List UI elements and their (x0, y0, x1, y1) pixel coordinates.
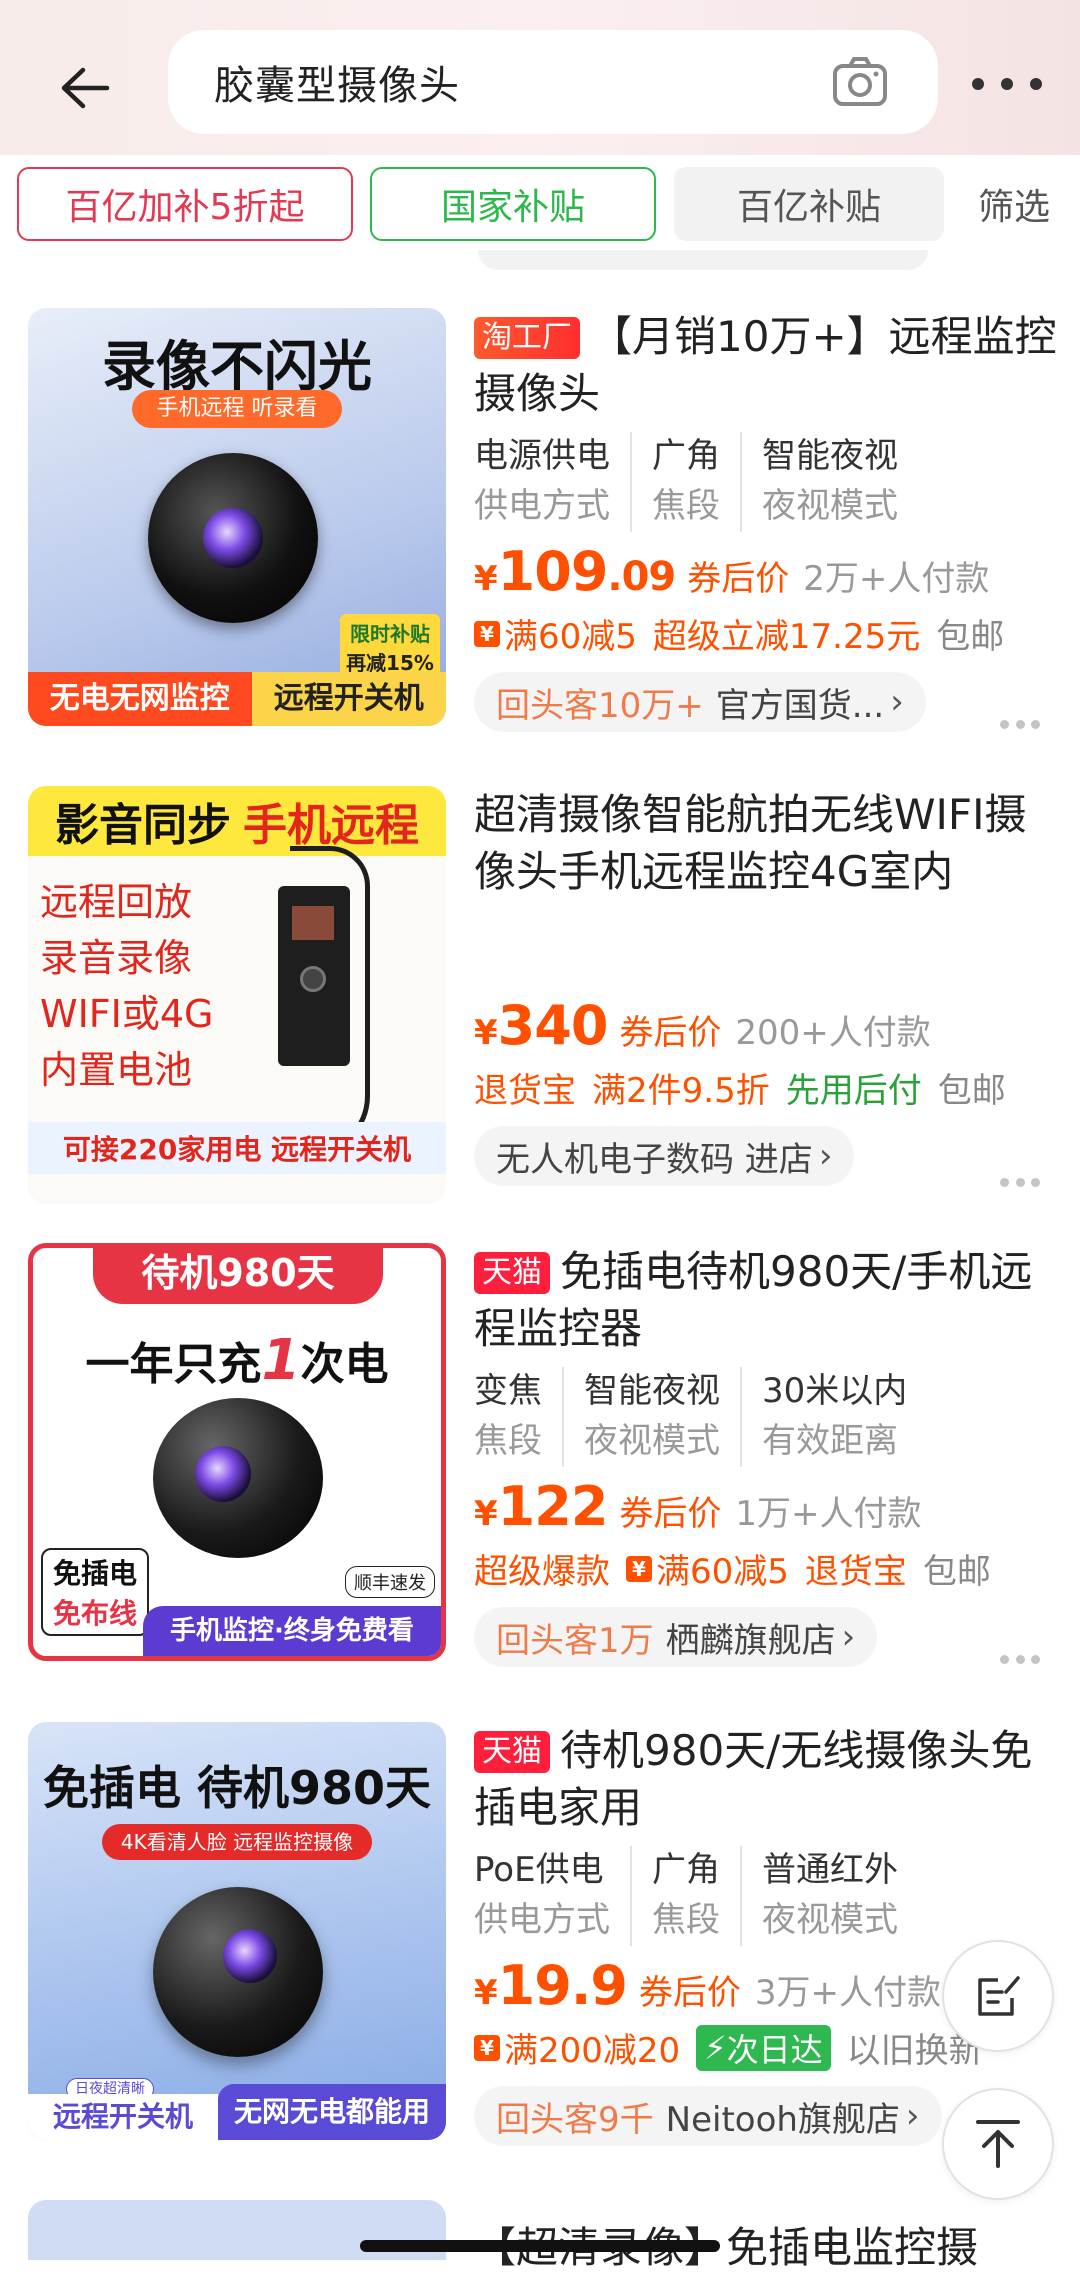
thumb-bottom-left: 远程开关机 (28, 2094, 218, 2140)
after-coupon-label: 券后价 (638, 1973, 741, 2013)
coupon-icon: ¥ (474, 2034, 500, 2061)
chevron-right-icon: › (905, 2096, 920, 2136)
more-button[interactable] (972, 64, 1042, 104)
buyers-count: 1万+人付款 (735, 1494, 922, 1534)
product-specs: PoE供电 供电方式 广角 焦段 普通红外 夜视模式 (474, 1846, 1064, 1946)
tmall-badge: 天猫 (474, 1731, 550, 1773)
search-input[interactable]: 胶囊型摄像头 (168, 30, 938, 134)
camera-product-image (148, 453, 318, 623)
thumb-pill: 手机远程 听录看 (132, 390, 342, 428)
thumb-bottom-text: 可接220家用电 远程开关机 (28, 1122, 446, 1174)
more-options-button[interactable] (1000, 1178, 1040, 1190)
price-row: ¥ 109.09 券后价 2万+人付款 (474, 540, 990, 603)
product-image[interactable]: 待机980天 一年只充1次电 免插电 免布线 顺丰速发 手机监控·终身免费看 (28, 1243, 446, 1661)
thumb-bottom-right: 无网无电都能用 (218, 2084, 446, 2140)
shop-link[interactable]: 回头客10万+ 官方国货... › (474, 672, 926, 732)
product-title[interactable]: 天猫 待机980天/无线摄像头免插电家用 (474, 1722, 1064, 1836)
product-image[interactable]: 录像不闪光 手机远程 听录看 限时补贴 再减15% 无电无网监控 远程开关机 (28, 308, 446, 726)
feedback-icon (978, 1976, 1020, 2016)
filter-chip-national-subsidy[interactable]: 国家补贴 (370, 167, 656, 241)
more-icon (972, 78, 984, 90)
promo-row: 退货宝 满2件9.5折 先用后付 包邮 (474, 1071, 1006, 1111)
thumb-tag: 限时补贴 再减15% (340, 614, 440, 680)
camera-product-image (153, 1398, 323, 1558)
thumb-top-tag: 待机980天 (93, 1248, 383, 1304)
filter-chip-subsidy[interactable]: 百亿补贴 (674, 167, 944, 241)
shop-link[interactable]: 回头客1万 栖麟旗舰店 › (474, 1607, 878, 1667)
thumb-bottom-bar: 无电无网监控 远程开关机 (28, 672, 446, 726)
thumb-side-label: 免插电 免布线 (41, 1548, 150, 1636)
more-options-button[interactable] (1000, 1655, 1040, 1667)
price: 19.9 (497, 1954, 628, 2017)
after-coupon-label: 券后价 (687, 559, 790, 599)
product-card[interactable]: 免插电 待机980天 4K看清人脸 远程监控摄像 日夜超清晰 远程开关机 无网无… (0, 1722, 1080, 2162)
camera-icon[interactable] (832, 56, 888, 108)
chevron-right-icon: › (841, 1617, 856, 1657)
product-title[interactable]: 天猫 免插电待机980天/手机远程监控器 (474, 1243, 1064, 1357)
back-to-top-icon (976, 2120, 1020, 2168)
price: 122 (497, 1475, 609, 1538)
filter-button[interactable]: 筛选 (948, 167, 1080, 241)
chevron-right-icon: › (818, 1136, 833, 1176)
buyers-count: 2万+人付款 (803, 559, 990, 599)
buyers-count: 200+人付款 (735, 1013, 931, 1053)
filter-chip-discount[interactable]: 百亿加补5折起 (17, 167, 353, 241)
back-to-top-button[interactable] (942, 2088, 1054, 2200)
back-button[interactable] (45, 48, 125, 128)
top-bar: 胶囊型摄像头 (0, 0, 1080, 155)
promo-row: ¥ 满60减5 超级立减17.25元 包邮 (474, 609, 1064, 658)
more-options-button[interactable] (1000, 720, 1040, 732)
thumb-headline: 免插电 待机980天 (42, 1761, 432, 1815)
product-title[interactable]: 超清摄像智能航拍无线WIFI摄像头手机远程监控4G室内 (474, 786, 1064, 900)
after-coupon-label: 券后价 (619, 1013, 722, 1053)
coupon-icon: ¥ (474, 620, 500, 647)
price-row: ¥ 122 券后价 1万+人付款 (474, 1475, 922, 1538)
price-row: ¥ 340 券后价 200+人付款 (474, 994, 931, 1057)
next-day-badge: ⚡ 次日达 (696, 2024, 831, 2071)
product-image[interactable]: 影音同步 手机远程 远程回放 录音录像 WIFI或4G 内置电池 可接220家用… (28, 786, 446, 1204)
shop-link[interactable]: 无人机电子数码 进店 › (474, 1126, 855, 1186)
product-specs: 电源供电 供电方式 广角 焦段 智能夜视 夜视模式 (474, 432, 1064, 532)
buyers-count: 3万+人付款 (754, 1973, 942, 2013)
product-card[interactable]: 待机980天 一年只充1次电 免插电 免布线 顺丰速发 手机监控·终身免费看 天… (0, 1243, 1080, 1683)
price: 340 (497, 994, 609, 1057)
bolt-icon: ⚡ (704, 2028, 727, 2067)
product-image[interactable]: 免插电 待机980天 4K看清人脸 远程监控摄像 日夜超清晰 远程开关机 无网无… (28, 1722, 446, 2140)
sf-badge: 顺丰速发 (345, 1566, 435, 1598)
promo-row: 超级爆款 ¥ 满60减5 退货宝 包邮 (474, 1552, 991, 1592)
chevron-right-icon: › (890, 682, 904, 722)
product-specs: 变焦 焦段 智能夜视 夜视模式 30米以内 有效距离 (474, 1367, 1064, 1467)
cable-image (290, 846, 370, 1156)
thumb-pill: 4K看清人脸 远程监控摄像 (102, 1824, 372, 1860)
filter-bar: 百亿加补5折起 国家补贴 百亿补贴 筛选 (0, 155, 1080, 250)
store-badge: 淘工厂 (474, 317, 580, 359)
feedback-button[interactable] (942, 1940, 1054, 2052)
thumb-feature-list: 远程回放 录音录像 WIFI或4G 内置电池 (40, 880, 214, 1092)
thumb-headline: 一年只充1次电 (85, 1328, 389, 1393)
home-indicator[interactable] (360, 2240, 720, 2252)
product-card[interactable]: 影音同步 手机远程 远程回放 录音录像 WIFI或4G 内置电池 可接220家用… (0, 786, 1080, 1226)
product-card[interactable]: 录像不闪光 手机远程 听录看 限时补贴 再减15% 无电无网监控 远程开关机 淘… (0, 308, 1080, 748)
next-product-card-partial[interactable]: 【超清录像】免插电监控摄 (0, 2200, 1080, 2272)
thumb-bottom-bar: 手机监控·终身免费看 (143, 1606, 441, 1656)
after-coupon-label: 券后价 (619, 1494, 722, 1534)
product-title[interactable]: 淘工厂 【月销10万+】远程监控摄像头 (474, 308, 1064, 422)
search-query: 胶囊型摄像头 (214, 63, 460, 109)
thumb-header-bar: 影音同步 手机远程 (28, 786, 446, 856)
previous-card-edge (478, 250, 928, 270)
coupon-icon: ¥ (626, 1555, 652, 1582)
back-arrow-icon (61, 67, 110, 109)
tmall-badge: 天猫 (474, 1252, 550, 1294)
shop-link[interactable]: 回头客9千 Neitooh旗舰店 › (474, 2086, 942, 2146)
price: 109.09 (497, 540, 677, 603)
camera-product-image (153, 1887, 323, 2057)
